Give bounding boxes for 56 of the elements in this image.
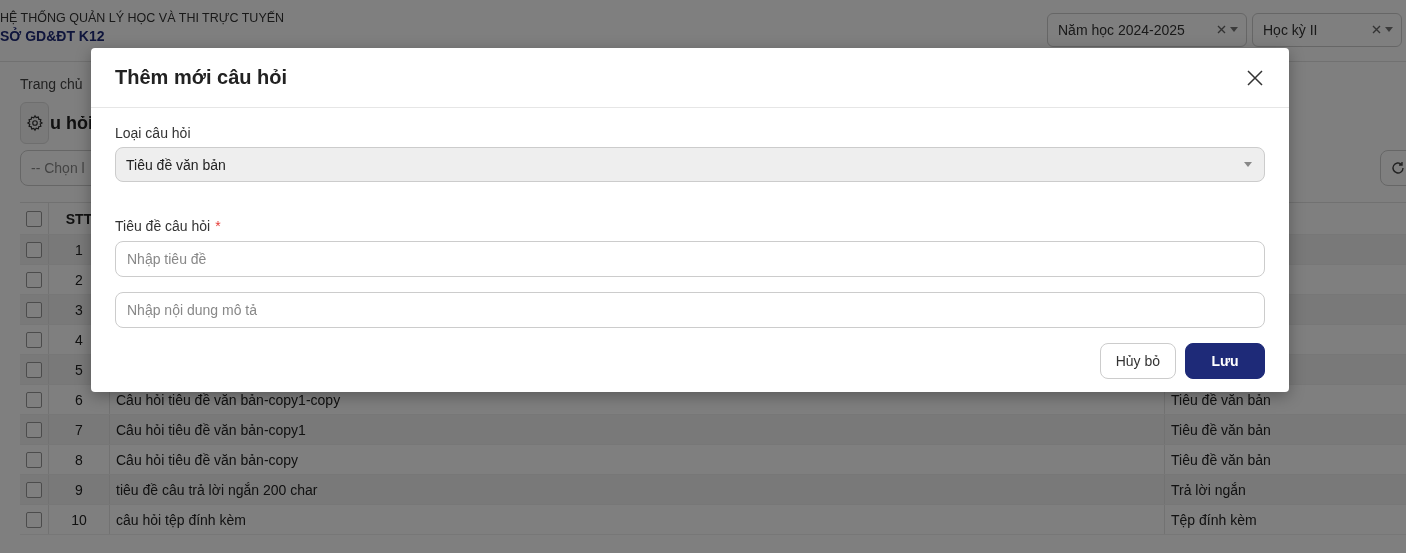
reload-icon <box>1391 161 1405 175</box>
caret-icon <box>1385 27 1393 32</box>
row-checkbox[interactable] <box>26 331 42 348</box>
question-type: Tiêu đề văn bản <box>1171 391 1271 408</box>
row-checkbox[interactable] <box>26 451 42 468</box>
question-title: câu hỏi tệp đính kèm <box>116 511 246 528</box>
row-checkbox[interactable] <box>26 301 42 318</box>
system-name: HỆ THỐNG QUẢN LÝ HỌC VÀ THI TRỰC TUYẾN <box>0 11 285 25</box>
row-number: 4 <box>75 331 83 348</box>
row-number: 3 <box>75 301 83 318</box>
settings-button[interactable] <box>20 102 49 144</box>
caret-icon <box>1244 162 1252 167</box>
row-checkbox[interactable] <box>26 361 42 378</box>
dialog-title: Thêm mới câu hỏi <box>115 66 288 89</box>
clear-icon[interactable] <box>1372 25 1381 34</box>
cancel-button[interactable]: Hủy bỏ <box>1099 343 1176 379</box>
question-title: Câu hỏi tiêu đề văn bản-copy1 <box>116 421 306 438</box>
row-number: 6 <box>75 391 83 408</box>
description-input[interactable]: Nhập nội dung mô tả <box>115 292 1265 328</box>
header-select[interactable]: Năm học 2024-2025 <box>1047 12 1247 47</box>
row-number: 5 <box>75 361 83 378</box>
required-mark: * <box>215 218 221 234</box>
row-checkbox[interactable] <box>26 241 42 258</box>
settings-icon <box>25 114 44 132</box>
question-type-select[interactable]: Tiêu đề văn bản <box>115 147 1265 182</box>
question-type: Tiêu đề văn bản <box>1171 451 1271 468</box>
row-number: 7 <box>75 421 83 438</box>
field-label: Loại câu hỏi <box>115 125 192 141</box>
row-number: 8 <box>75 451 83 468</box>
row-checkbox[interactable] <box>26 481 42 498</box>
row-number: 9 <box>75 481 83 498</box>
question-title: Câu hỏi tiêu đề văn bản-copy <box>116 451 299 468</box>
question-title: Câu hỏi tiêu đề văn bản-copy1-copy <box>116 391 341 408</box>
row-checkbox[interactable] <box>26 511 42 528</box>
caret-icon <box>1230 27 1238 32</box>
column-header: STT <box>65 210 93 227</box>
breadcrumb-link[interactable]: Trang chủ <box>20 76 83 96</box>
row-number: 10 <box>71 511 87 528</box>
clear-icon[interactable] <box>1217 25 1226 34</box>
question-type: Tiêu đề văn bản <box>1171 421 1271 438</box>
question-title: tiêu đề câu trả lời ngắn 200 char <box>116 481 318 498</box>
question-type: Tệp đính kèm <box>1171 511 1257 528</box>
close-icon <box>1247 69 1263 86</box>
question-type: Trả lời ngắn <box>1171 481 1246 498</box>
row-checkbox[interactable] <box>26 391 42 408</box>
row-checkbox[interactable] <box>26 421 42 438</box>
save-button[interactable]: Lưu <box>1185 343 1265 379</box>
title-input[interactable]: Nhập tiêu đề <box>115 241 1265 277</box>
row-number: 2 <box>75 271 83 288</box>
row-checkbox[interactable] <box>26 271 42 288</box>
select-all-checkbox[interactable] <box>26 210 42 227</box>
header-select[interactable]: Học kỳ II <box>1252 12 1402 47</box>
row-number: 1 <box>75 241 83 258</box>
close-button[interactable] <box>1247 69 1263 86</box>
organization-name: SỞ GD&ĐT K12 <box>0 28 106 44</box>
field-label: Tiêu đề câu hỏi <box>115 218 211 234</box>
